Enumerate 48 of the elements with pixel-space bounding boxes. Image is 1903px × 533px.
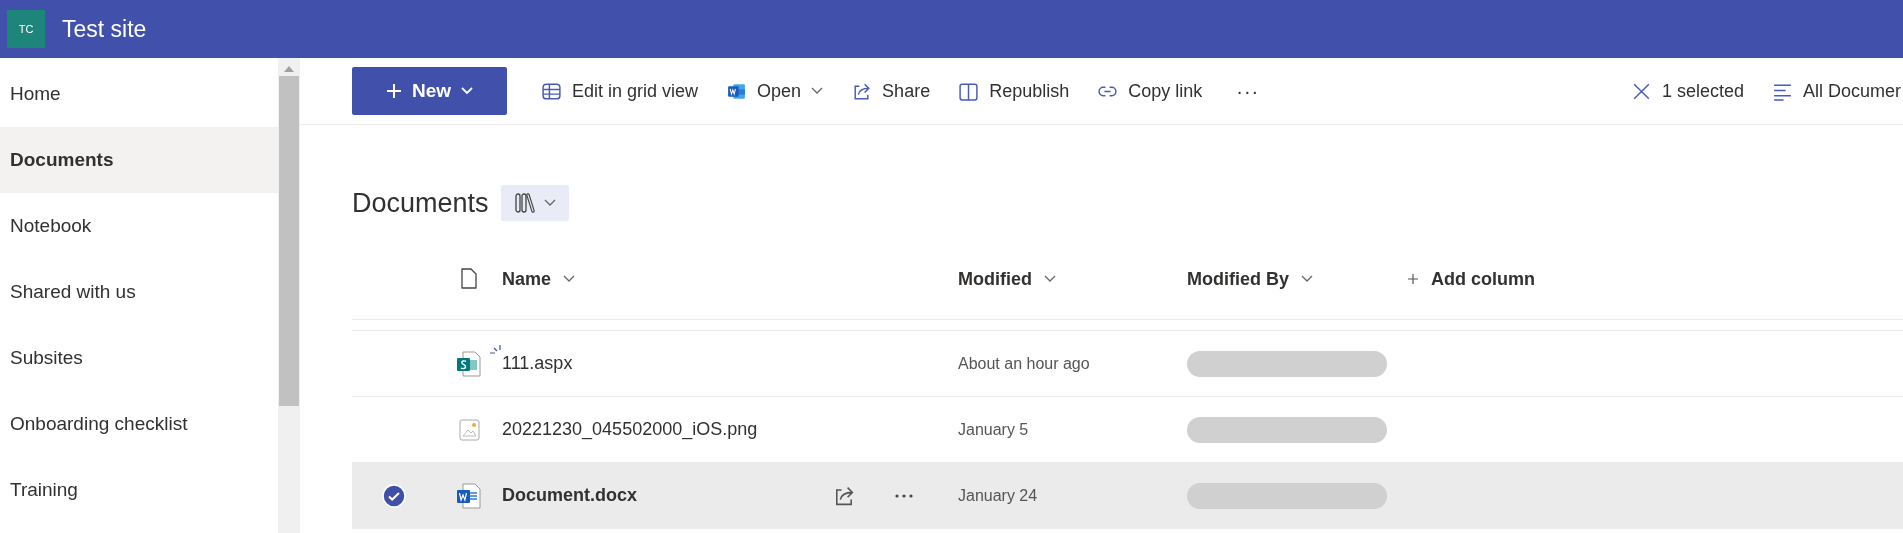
toolbar-button[interactable]: Copy link bbox=[1083, 69, 1217, 113]
plus-icon bbox=[385, 83, 402, 99]
view-button[interactable]: All Documer bbox=[1757, 69, 1903, 113]
more-button[interactable]: ··· bbox=[1222, 69, 1274, 113]
nav-item[interactable]: Onboarding checklist bbox=[0, 391, 278, 457]
toolbar-button[interactable]: Republish bbox=[944, 69, 1084, 113]
chevron-down-icon bbox=[563, 275, 576, 283]
toolbar-button[interactable]: Edit in grid view bbox=[527, 69, 713, 113]
file-name-link[interactable]: 111.aspx bbox=[502, 353, 573, 374]
plus-icon bbox=[1407, 273, 1419, 285]
chevron-down-icon bbox=[461, 87, 474, 95]
library-icon bbox=[513, 192, 538, 214]
column-header[interactable]: Name bbox=[502, 259, 958, 299]
nav-item[interactable]: Home bbox=[0, 61, 278, 127]
nav-item[interactable]: Training bbox=[0, 457, 278, 523]
book-icon bbox=[958, 80, 980, 102]
toolbar-button[interactable]: Share bbox=[837, 69, 945, 113]
toolbar-button[interactable]: Open bbox=[712, 69, 838, 113]
table-icon bbox=[541, 80, 562, 102]
nav-item[interactable]: Subsites bbox=[0, 325, 278, 391]
site-title[interactable]: Test site bbox=[62, 15, 147, 43]
add-column-button[interactable]: Add column bbox=[1407, 259, 1535, 299]
word-file-icon bbox=[456, 481, 482, 510]
chevron-down-icon bbox=[543, 199, 556, 207]
chevron-down-icon bbox=[1044, 275, 1056, 283]
nav-item[interactable]: Documents bbox=[0, 127, 278, 193]
checkmark-icon[interactable] bbox=[382, 483, 406, 508]
column-header[interactable]: Modified By bbox=[1187, 259, 1407, 299]
library-title: Documents bbox=[352, 187, 489, 219]
file-name-link[interactable]: Document.docx bbox=[502, 485, 638, 506]
library-view-button[interactable] bbox=[500, 185, 569, 221]
modified-date: January 5 bbox=[958, 420, 1030, 439]
clear-selection-button[interactable]: 1 selected bbox=[1616, 69, 1758, 113]
scrollbar-thumb[interactable] bbox=[279, 76, 299, 406]
new-button[interactable]: New bbox=[352, 67, 507, 115]
file-type-icon bbox=[460, 268, 478, 290]
chevron-down-icon bbox=[1301, 275, 1313, 283]
sharepoint-page-icon bbox=[456, 349, 482, 378]
file-row[interactable]: Document.docx January 24 bbox=[352, 463, 1903, 529]
modified-date: About an hour ago bbox=[958, 354, 1091, 373]
modified-date: January 24 bbox=[958, 486, 1039, 505]
file-name-link[interactable]: 20221230_045502000_iOS.png bbox=[502, 419, 758, 440]
nav-item[interactable]: Notebook bbox=[0, 193, 278, 259]
file-row[interactable]: 111.aspx About an hour ago bbox=[352, 331, 1903, 397]
scrollbar[interactable] bbox=[278, 58, 300, 533]
column-header[interactable]: Modified bbox=[958, 259, 1187, 299]
nav-item[interactable]: Shared with us bbox=[0, 259, 278, 325]
site-logo[interactable]: TC bbox=[7, 10, 45, 48]
